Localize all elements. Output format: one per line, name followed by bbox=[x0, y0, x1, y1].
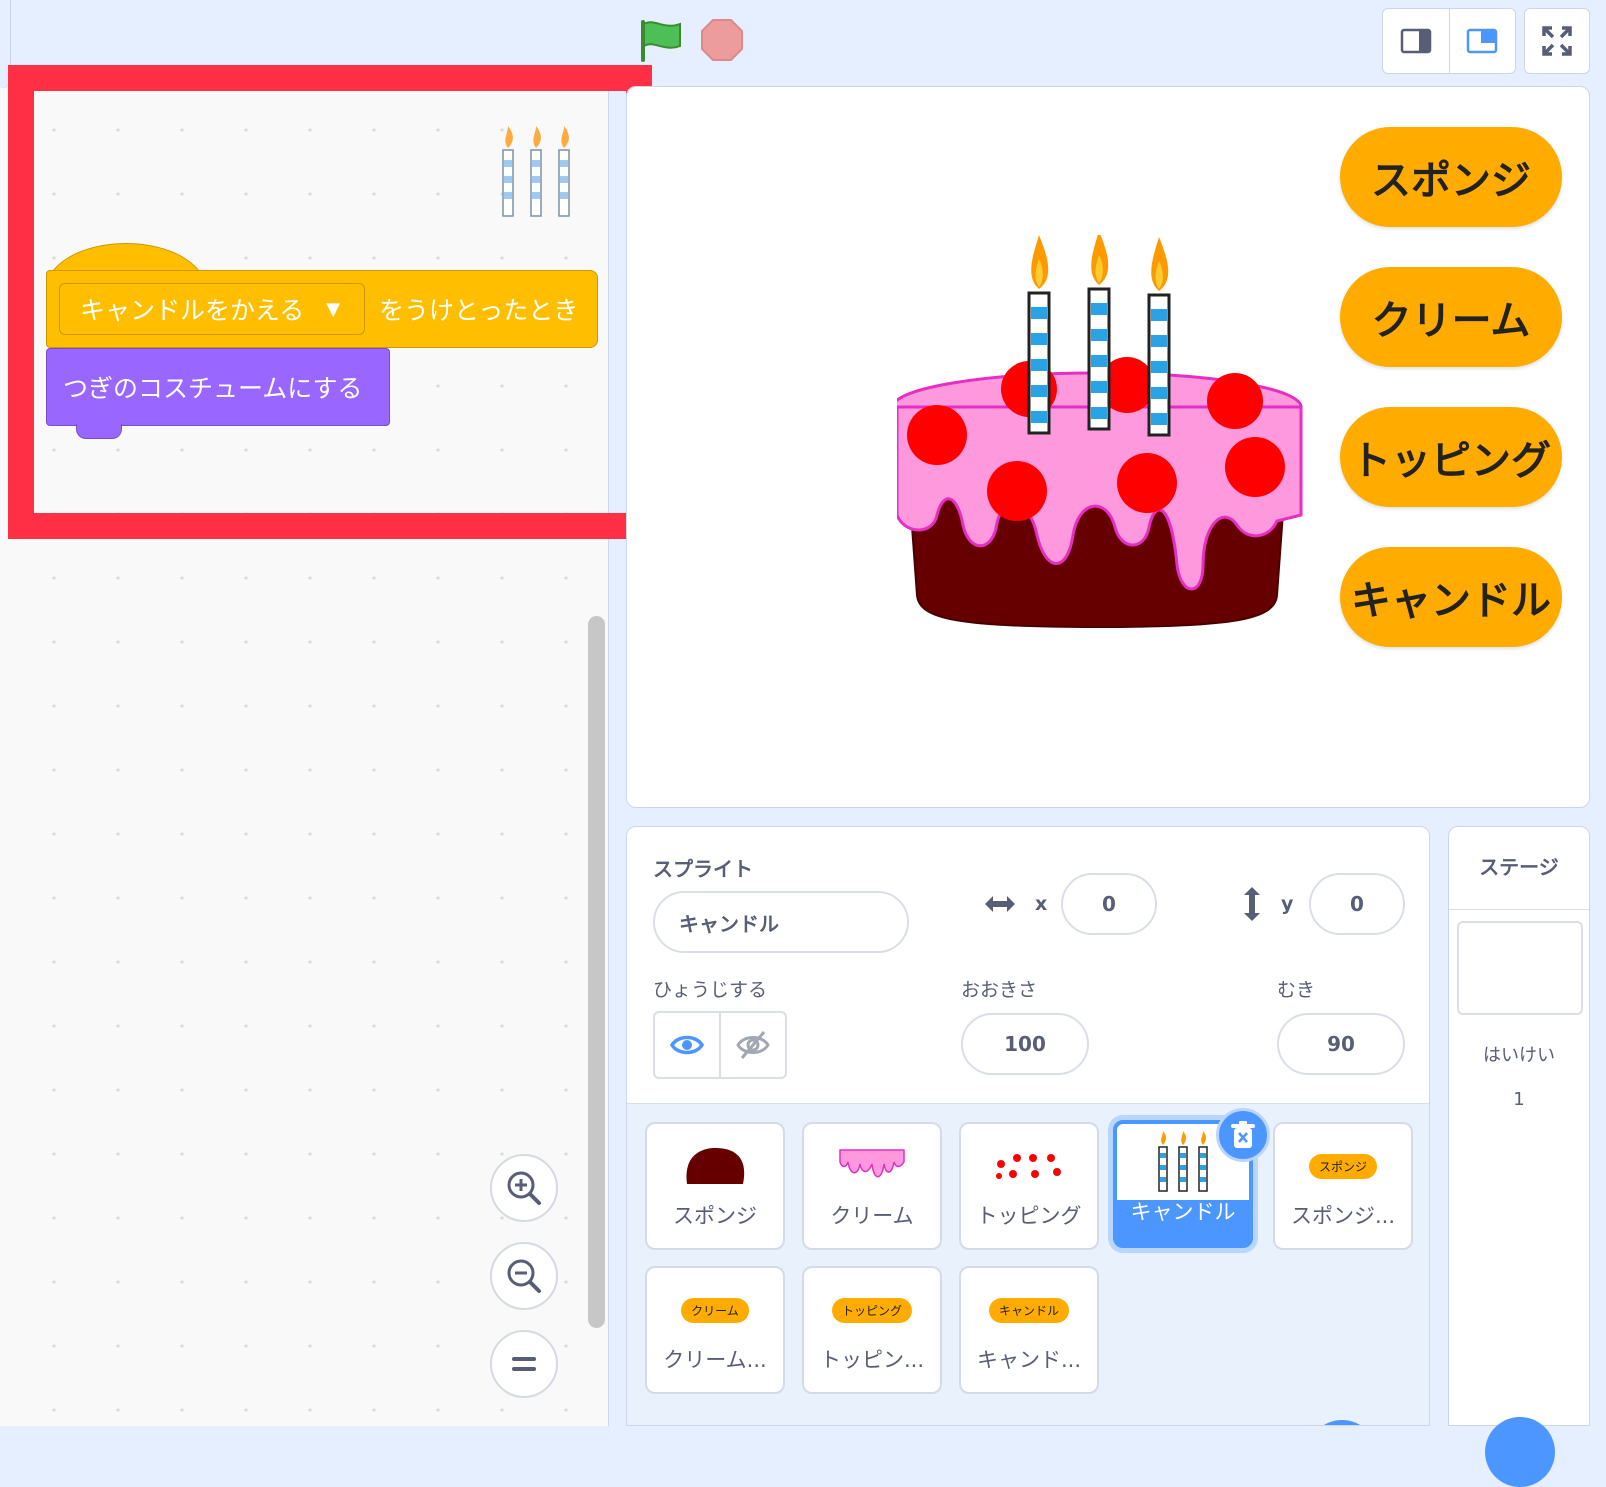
sprite-label: スプライト bbox=[653, 857, 753, 881]
x-position-input[interactable]: 0 bbox=[1061, 873, 1157, 935]
thumbnail-pill: キャンドル bbox=[988, 1297, 1069, 1323]
sprite-thumbnail-candles bbox=[502, 126, 570, 217]
sprite-info-panel: スプライト キャンドル x 0 y 0 ひょうじする おおきさ 100 むき 9… bbox=[626, 826, 1430, 1426]
topping-thumbnail bbox=[961, 1136, 1097, 1196]
stage-button-sponge[interactable]: スポンジ bbox=[1340, 127, 1562, 227]
cream-button-thumbnail: クリーム bbox=[647, 1280, 783, 1340]
zoom-in-button[interactable] bbox=[490, 1154, 558, 1222]
sprite-tile-label: キャンド... bbox=[976, 1348, 1082, 1372]
message-dropdown-label: キャンドルをかえる bbox=[80, 296, 305, 325]
script-area-edge bbox=[0, 0, 11, 88]
visibility-toggle bbox=[653, 1011, 787, 1079]
stack-block-notch bbox=[76, 424, 122, 439]
zoom-out-button[interactable] bbox=[490, 1242, 558, 1310]
sponge-button-thumbnail: スポンジ bbox=[1275, 1136, 1411, 1196]
thumbnail-pill: トッピング bbox=[831, 1297, 912, 1323]
when-i-receive-hat-block[interactable]: キャンドルをかえる ▼ をうけとったとき bbox=[46, 270, 598, 348]
delete-sprite-button[interactable] bbox=[1216, 1108, 1270, 1162]
sprite-tile-label: スポンジ bbox=[673, 1204, 757, 1228]
horizontal-arrows-icon bbox=[985, 896, 1015, 912]
stage-thumbnail[interactable] bbox=[1457, 921, 1583, 1015]
sprite-tile-topping-button[interactable]: トッピング トッピン... bbox=[802, 1266, 942, 1394]
hat-block-text: をうけとったとき bbox=[379, 296, 579, 325]
thumbnail-pill: スポンジ bbox=[1308, 1153, 1377, 1179]
sprite-tile-cream-button[interactable]: クリーム クリーム... bbox=[645, 1266, 785, 1394]
direction-input[interactable]: 90 bbox=[1277, 1013, 1405, 1075]
stage-selector-panel[interactable]: ステージ はいけい 1 bbox=[1448, 826, 1590, 1487]
zoom-out-icon bbox=[507, 1259, 541, 1293]
add-backdrop-button[interactable] bbox=[1485, 1417, 1555, 1487]
sprite-tile-candle-button[interactable]: キャンドル キャンド... bbox=[959, 1266, 1099, 1394]
small-stage-icon bbox=[1400, 28, 1431, 54]
stage[interactable]: スポンジ クリーム トッピング キャンドル bbox=[626, 86, 1590, 808]
small-stage-button[interactable] bbox=[1383, 9, 1449, 73]
next-costume-block[interactable]: つぎのコスチュームにする bbox=[46, 348, 390, 426]
eye-slash-icon bbox=[736, 1031, 770, 1059]
stop-icon[interactable] bbox=[700, 18, 744, 62]
thumbnail-pill: クリーム bbox=[681, 1297, 749, 1323]
show-label: ひょうじする bbox=[653, 979, 768, 1001]
stage-button-candle[interactable]: キャンドル bbox=[1340, 547, 1562, 647]
sprite-tile-topping[interactable]: トッピング bbox=[959, 1122, 1099, 1250]
y-position-input[interactable]: 0 bbox=[1309, 873, 1405, 935]
add-sprite-button[interactable] bbox=[1307, 1420, 1377, 1425]
trash-icon bbox=[1231, 1121, 1255, 1148]
sprite-tile-sponge-button[interactable]: スポンジ スポンジ... bbox=[1273, 1122, 1413, 1250]
fullscreen-button[interactable] bbox=[1524, 8, 1590, 74]
topping-button-thumbnail: トッピング bbox=[804, 1280, 940, 1340]
sprite-tile-label: キャンドル bbox=[1130, 1200, 1236, 1224]
backdrops-count: 1 bbox=[1513, 1089, 1525, 1110]
sprite-tile-sponge[interactable]: スポンジ bbox=[645, 1122, 785, 1250]
message-dropdown[interactable]: キャンドルをかえる ▼ bbox=[59, 283, 365, 335]
zoom-in-icon bbox=[507, 1171, 541, 1205]
sprite-tile-label: トッピング bbox=[976, 1204, 1082, 1228]
show-sprite-button[interactable] bbox=[655, 1013, 719, 1077]
size-input[interactable]: 100 bbox=[961, 1013, 1089, 1075]
vertical-arrows-icon bbox=[1244, 887, 1260, 921]
fullscreen-icon bbox=[1542, 26, 1572, 56]
stage-size-toggle bbox=[1382, 8, 1516, 74]
sponge-thumbnail bbox=[647, 1136, 783, 1196]
hide-sprite-button[interactable] bbox=[719, 1013, 785, 1077]
x-label: x bbox=[1035, 893, 1048, 915]
stage-button-cream[interactable]: クリーム bbox=[1340, 267, 1562, 367]
direction-label: むき bbox=[1277, 979, 1316, 1001]
sprite-tile-cream[interactable]: クリーム bbox=[802, 1122, 942, 1250]
next-costume-block-label: つぎのコスチュームにする bbox=[63, 374, 363, 403]
large-stage-button[interactable] bbox=[1448, 9, 1516, 73]
green-flag-icon[interactable] bbox=[638, 18, 684, 62]
zoom-reset-icon bbox=[512, 1357, 536, 1371]
sprite-name-input[interactable]: キャンドル bbox=[653, 891, 909, 953]
sprite-list: スポンジ クリーム トッピング キャンドル スポンジ スポンジ... クリーム … bbox=[627, 1103, 1429, 1425]
cake-sprite bbox=[897, 235, 1303, 629]
y-label: y bbox=[1281, 893, 1294, 915]
eye-icon bbox=[670, 1035, 704, 1055]
cream-thumbnail bbox=[804, 1136, 940, 1196]
stage-button-topping[interactable]: トッピング bbox=[1340, 407, 1562, 507]
sprite-tile-label: クリーム... bbox=[663, 1348, 767, 1372]
size-label: おおきさ bbox=[961, 979, 1038, 1001]
candle-button-thumbnail: キャンドル bbox=[961, 1280, 1097, 1340]
large-stage-icon bbox=[1467, 28, 1498, 54]
sprite-tile-label: トッピン... bbox=[819, 1348, 925, 1372]
sprite-tile-label: クリーム bbox=[830, 1204, 914, 1228]
stage-selector-title: ステージ bbox=[1479, 855, 1559, 879]
sprite-tile-label: スポンジ... bbox=[1290, 1204, 1396, 1228]
dropdown-caret-icon: ▼ bbox=[326, 298, 341, 320]
script-area-scrollbar[interactable] bbox=[588, 616, 605, 1328]
zoom-reset-button[interactable] bbox=[490, 1330, 558, 1398]
backdrops-label: はいけい bbox=[1483, 1045, 1555, 1066]
